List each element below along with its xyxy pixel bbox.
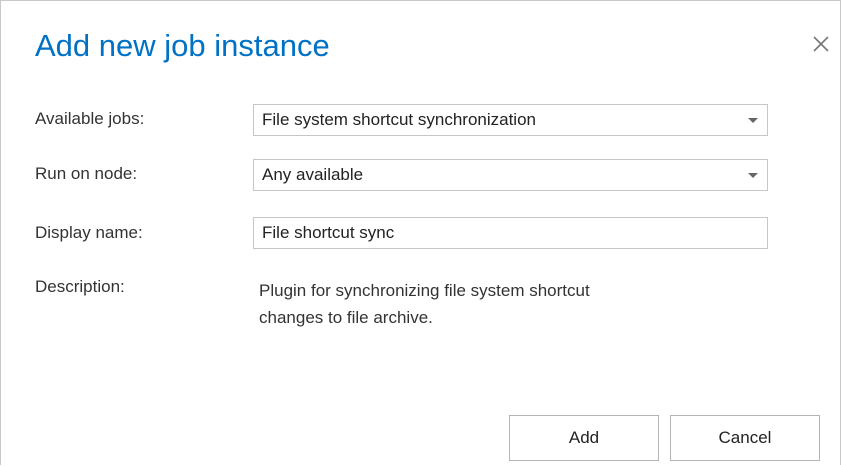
add-job-instance-dialog: Add new job instance Available jobs: Fil…	[0, 0, 841, 465]
cancel-button[interactable]: Cancel	[670, 415, 820, 461]
description-text: Plugin for synchronizing file system sho…	[259, 277, 729, 331]
description-line-2: changes to file archive.	[259, 308, 433, 327]
available-jobs-value: File system shortcut synchronization	[262, 110, 536, 129]
run-on-node-select[interactable]: Any available	[253, 159, 768, 191]
available-jobs-label: Available jobs:	[35, 109, 145, 128]
description-label: Description:	[35, 277, 125, 296]
description-line-1: Plugin for synchronizing file system sho…	[259, 281, 590, 300]
display-name-value: File shortcut sync	[262, 223, 395, 242]
display-name-label: Display name:	[35, 223, 143, 242]
run-on-node-value: Any available	[262, 165, 364, 184]
chevron-down-icon	[748, 173, 758, 178]
dialog-title: Add new job instance	[35, 28, 330, 63]
run-on-node-label: Run on node:	[35, 164, 138, 183]
display-name-input[interactable]: File shortcut sync	[253, 217, 768, 249]
chevron-down-icon	[748, 118, 758, 123]
close-icon[interactable]	[810, 33, 832, 55]
add-button[interactable]: Add	[509, 415, 659, 461]
available-jobs-select[interactable]: File system shortcut synchronization	[253, 104, 768, 136]
